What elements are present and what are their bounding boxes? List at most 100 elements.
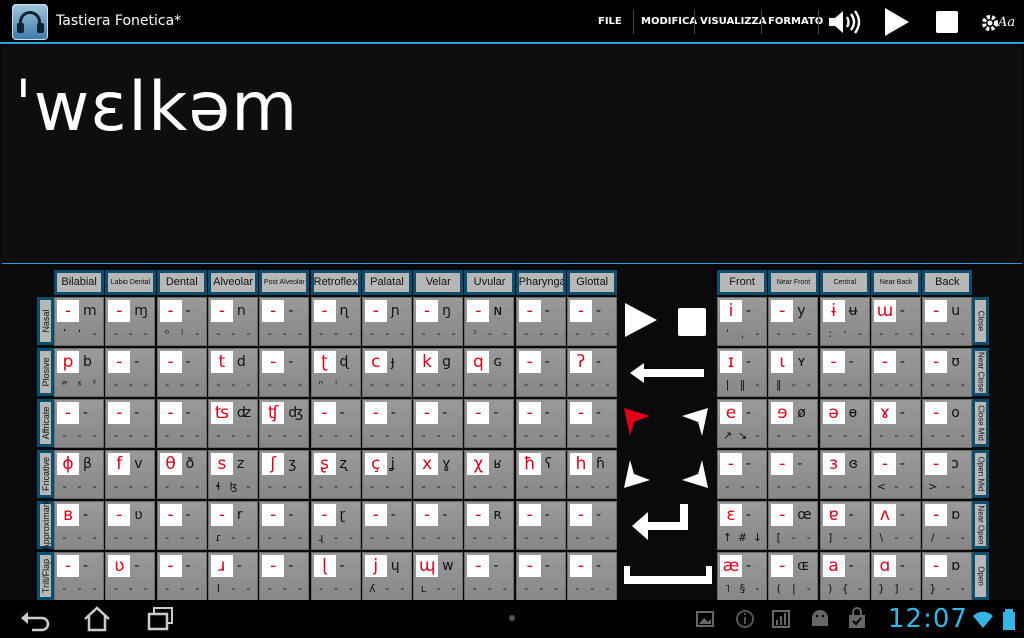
voiceless-key[interactable]: ə	[822, 402, 845, 424]
voiceless-key[interactable]: -	[159, 402, 182, 424]
voiced-key[interactable]: ɵ	[847, 402, 869, 424]
voiced-key[interactable]: ɶ	[795, 555, 817, 577]
voiceless-key[interactable]: ɩ	[771, 351, 794, 373]
diacritic-keys[interactable]: ---	[160, 529, 206, 547]
voiced-key[interactable]: r	[235, 504, 257, 526]
voiceless-key[interactable]: ħ	[518, 453, 541, 475]
diacritic-key[interactable]: -	[380, 529, 395, 547]
voiced-key[interactable]: œ	[795, 504, 817, 526]
diacritic-key[interactable]: -	[497, 478, 512, 496]
voiceless-key[interactable]: ʔ	[570, 351, 592, 373]
voiceless-key[interactable]: -	[873, 453, 896, 475]
diacritic-keys[interactable]: ---	[108, 478, 154, 496]
diacritic-keys[interactable]: ‖ - -	[771, 376, 817, 394]
diacritic-key[interactable]: -	[786, 529, 801, 547]
diacritic-keys[interactable]: ---	[57, 427, 103, 445]
diacritic-keys[interactable]: ---	[262, 325, 308, 343]
diacritic-key[interactable]: -	[395, 580, 410, 598]
diacritic-key[interactable]: -	[344, 325, 359, 343]
play-icon[interactable]	[880, 6, 912, 38]
diacritic-key[interactable]: -	[416, 376, 431, 394]
diacritic-key[interactable]: -	[431, 376, 446, 394]
diacritic-key[interactable]: -	[549, 427, 564, 445]
diacritic-key[interactable]: -	[585, 376, 600, 394]
diacritic-keys[interactable]: ---	[570, 325, 616, 343]
diacritic-keys[interactable]: ---	[467, 529, 513, 547]
voiceless-key[interactable]: ʦ	[210, 402, 233, 424]
diacritic-keys[interactable]: ---	[57, 580, 103, 598]
diacritic-key[interactable]: -	[395, 529, 410, 547]
voiced-key[interactable]: -	[898, 555, 920, 577]
diacritic-keys[interactable]: ---	[771, 478, 817, 496]
voiced-key[interactable]: z	[235, 453, 257, 475]
voiceless-key[interactable]: a	[822, 555, 845, 577]
diacritic-key[interactable]: -	[57, 427, 72, 445]
voiceless-key[interactable]: -	[467, 504, 490, 526]
diacritic-keys[interactable]: ] - -	[823, 529, 869, 547]
voiceless-key[interactable]: -	[313, 402, 336, 424]
voiced-key[interactable]: ɣ	[440, 453, 462, 475]
diacritic-key[interactable]: ʎ	[365, 580, 380, 598]
diacritic-key[interactable]: |	[720, 376, 735, 394]
diacritic-key[interactable]: -	[241, 580, 256, 598]
diacritic-keys[interactable]: ---	[262, 529, 308, 547]
diacritic-key[interactable]: -	[600, 478, 615, 496]
diacritic-key[interactable]: -	[314, 427, 329, 445]
diacritic-key[interactable]: ↘	[735, 427, 750, 445]
diacritic-key[interactable]: -	[241, 478, 256, 496]
voiced-key[interactable]: ɳ	[338, 300, 360, 322]
diacritic-key[interactable]: -	[344, 580, 359, 598]
voiced-key[interactable]: -	[286, 351, 308, 373]
diacritic-key[interactable]: -	[955, 580, 970, 598]
diacritic-key[interactable]: -	[497, 325, 512, 343]
voiced-key[interactable]: -	[543, 555, 565, 577]
diacritic-key[interactable]: -	[750, 427, 765, 445]
diacritic-keys[interactable]: ---	[211, 427, 257, 445]
diacritic-key[interactable]: -	[138, 529, 153, 547]
diacritic-key[interactable]: -	[175, 580, 190, 598]
diacritic-key[interactable]: -	[344, 478, 359, 496]
voiced-key[interactable]: -	[132, 555, 154, 577]
recent-apps-icon[interactable]	[144, 604, 178, 634]
voiced-key[interactable]: d	[235, 351, 257, 373]
voiceless-key[interactable]: ʧ	[262, 402, 285, 424]
voiced-key[interactable]: ʀ	[491, 504, 513, 526]
diacritic-key[interactable]: -	[314, 478, 329, 496]
diacritic-key[interactable]: -	[497, 376, 512, 394]
diacritic-key[interactable]: -	[190, 325, 205, 343]
diacritic-key[interactable]: {	[838, 580, 853, 598]
diacritic-keys[interactable]: ---	[160, 376, 206, 394]
diacritic-key[interactable]: -	[241, 427, 256, 445]
diacritic-key[interactable]: ⁿ	[314, 376, 329, 394]
diacritic-key[interactable]: -	[570, 376, 585, 394]
diacritic-key[interactable]: -	[549, 376, 564, 394]
diacritic-keys[interactable]: ---	[519, 478, 565, 496]
diacritic-keys[interactable]: } - -	[925, 580, 971, 598]
diacritic-key[interactable]: -	[940, 376, 955, 394]
diacritic-key[interactable]: -	[329, 580, 344, 598]
voiceless-key[interactable]: -	[925, 555, 948, 577]
voiceless-key[interactable]: -	[364, 504, 387, 526]
voiceless-key[interactable]: -	[108, 504, 131, 526]
diacritic-key[interactable]: -	[446, 427, 461, 445]
voiceless-key[interactable]: -	[518, 504, 541, 526]
phonetic-text-editor[interactable]: ˈwɛlkəm	[2, 46, 1022, 264]
diacritic-keys[interactable]: }] -	[874, 580, 920, 598]
diacritic-key[interactable]: -	[72, 580, 87, 598]
diacritic-key[interactable]: -	[211, 325, 226, 343]
diacritic-keys[interactable]: \ - -	[874, 529, 920, 547]
voiced-key[interactable]: o	[949, 402, 971, 424]
diacritic-key[interactable]: -	[123, 376, 138, 394]
diacritic-key[interactable]: ʷ	[57, 376, 72, 394]
voiced-key[interactable]: -	[286, 300, 308, 322]
voiceless-key[interactable]: -	[159, 555, 182, 577]
diacritic-key[interactable]: -	[771, 478, 786, 496]
voiceless-key[interactable]: -	[313, 300, 336, 322]
diacritic-keys[interactable]: ---	[570, 427, 616, 445]
diacritic-keys[interactable]: ʼʻ-	[57, 325, 103, 343]
voiceless-key[interactable]: -	[925, 453, 948, 475]
diacritic-key[interactable]: -	[416, 478, 431, 496]
diacritic-key[interactable]: )	[823, 580, 838, 598]
play-control[interactable]	[620, 300, 660, 340]
diacritic-key[interactable]: -	[160, 427, 175, 445]
